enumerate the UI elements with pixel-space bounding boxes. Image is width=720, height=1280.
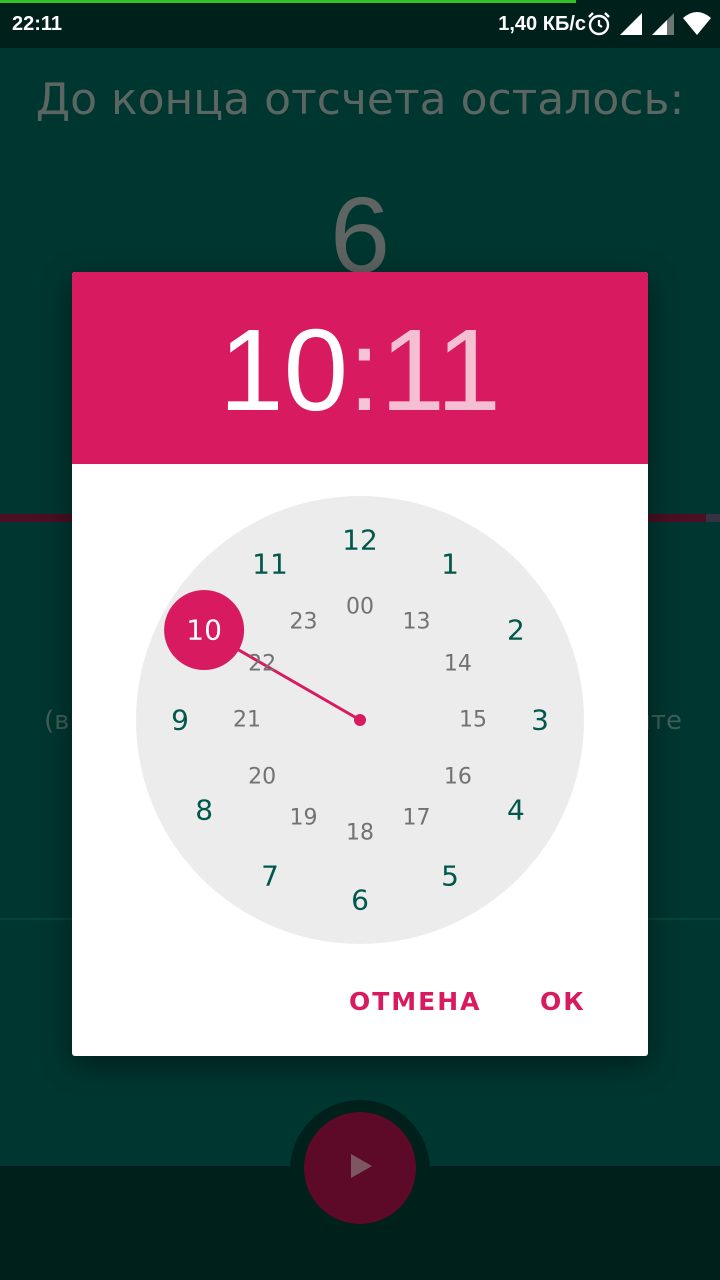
clock-number-20[interactable]: 20: [248, 764, 276, 789]
clock-number-22[interactable]: 22: [248, 651, 276, 676]
signal-2-icon: [650, 11, 676, 43]
clock-center-dot: [354, 714, 366, 726]
hour-display[interactable]: 10: [219, 305, 348, 435]
clock-number-21[interactable]: 21: [233, 708, 261, 733]
wifi-icon: [682, 11, 712, 43]
status-icons: [586, 11, 712, 43]
clock-number-5[interactable]: 5: [441, 859, 459, 892]
clock-number-1[interactable]: 1: [441, 548, 459, 581]
ok-button[interactable]: ОК: [540, 978, 586, 1026]
status-time: 22:11: [12, 13, 63, 35]
clock-number-23[interactable]: 23: [290, 610, 318, 635]
time-separator: :: [348, 305, 381, 435]
status-bar: 22:11 1,40 КБ/с: [0, 0, 720, 48]
time-display: 10:11: [72, 312, 648, 428]
clock-number-12[interactable]: 12: [342, 524, 378, 557]
clock-number-9[interactable]: 9: [171, 704, 189, 737]
clock-number-11[interactable]: 11: [252, 548, 288, 581]
clock-number-10[interactable]: 10: [186, 614, 222, 647]
clock-number-2[interactable]: 2: [507, 614, 525, 647]
dialog-actions: ОТМЕНА ОК: [72, 978, 648, 1026]
network-speed: 1,40 КБ/с: [498, 13, 586, 35]
signal-icon: [618, 11, 644, 43]
clock-number-17[interactable]: 17: [403, 805, 431, 830]
clock-number-8[interactable]: 8: [195, 794, 213, 827]
clock-number-19[interactable]: 19: [290, 805, 318, 830]
time-picker-dialog: 10:11 12 1 2 3 4 5 6 7 8 9 10 11 00 13 14 15 16 17 18 19 20 2…: [72, 272, 648, 1056]
clock-number-7[interactable]: 7: [261, 859, 279, 892]
download-progress-bar: [0, 0, 576, 3]
clock-number-15[interactable]: 15: [459, 708, 487, 733]
clock-number-3[interactable]: 3: [531, 704, 549, 737]
time-picker-header: 10:11: [72, 272, 648, 464]
clock-hand-layer: [164, 590, 366, 726]
cancel-button[interactable]: ОТМЕНА: [349, 978, 482, 1026]
clock-number-4[interactable]: 4: [507, 794, 525, 827]
clock-number-6[interactable]: 6: [351, 884, 369, 917]
minute-display[interactable]: 11: [380, 305, 500, 435]
clock-number-16[interactable]: 16: [444, 764, 472, 789]
clock-number-00[interactable]: 00: [346, 595, 374, 620]
clock-face[interactable]: 12 1 2 3 4 5 6 7 8 9 10 11 00 13 14 15 16 17 18 19 20 21 22 23: [136, 496, 584, 944]
clock-number-14[interactable]: 14: [444, 651, 472, 676]
clock-number-13[interactable]: 13: [403, 610, 431, 635]
alarm-icon: [586, 11, 612, 43]
clock-number-18[interactable]: 18: [346, 821, 374, 846]
